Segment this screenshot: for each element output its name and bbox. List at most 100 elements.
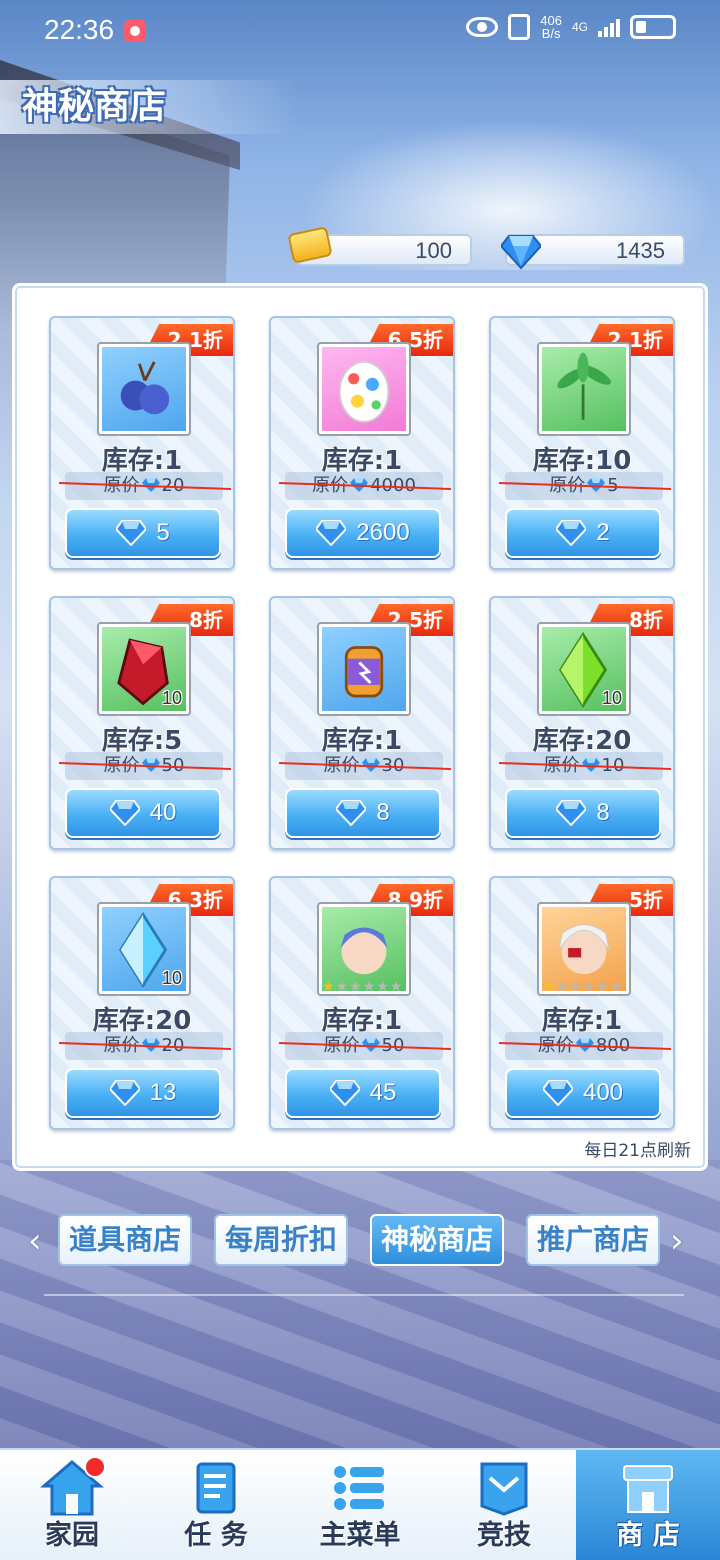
tab-item-shop[interactable]: 道具商店 xyxy=(58,1214,192,1266)
tab-promotion-shop[interactable]: 推广商店 xyxy=(526,1214,660,1266)
diamond-icon xyxy=(116,520,147,546)
buy-button[interactable]: 2600 xyxy=(285,508,441,558)
scroll-icon xyxy=(196,1462,236,1514)
original-price: 原价4000 xyxy=(279,472,451,500)
item-image-frame xyxy=(97,342,191,436)
buy-price: 2600 xyxy=(356,519,410,546)
refresh-note: 每日21点刷新 xyxy=(584,1141,691,1161)
diamond-balance-value: 1435 xyxy=(616,238,665,263)
shop-tabs: ‹ 道具商店 每周折扣 神秘商店 推广商店 › xyxy=(28,1214,692,1270)
rarity-stars: ★ ★ ★ ★ ★ ★ xyxy=(542,979,626,995)
ticket-balance-value: 100 xyxy=(415,238,452,263)
original-price: 原价5 xyxy=(499,472,671,500)
diamond-icon xyxy=(329,1080,360,1106)
shop-icon xyxy=(623,1465,673,1513)
nav-arena[interactable]: 竞技 xyxy=(432,1450,576,1560)
original-price: 原价30 xyxy=(279,752,451,780)
network-speed: 406 B/s xyxy=(540,14,562,40)
status-time: 22:36 xyxy=(44,14,115,45)
bottom-nav: 家园 任 务 主菜单 竞技 商 店 xyxy=(0,1448,720,1560)
nav-tasks[interactable]: 任 务 xyxy=(144,1450,288,1560)
battery-icon xyxy=(630,15,676,39)
buy-button[interactable]: 40 xyxy=(65,788,221,838)
nav-main-menu[interactable]: 主菜单 xyxy=(288,1450,432,1560)
nav-home[interactable]: 家园 xyxy=(0,1450,144,1560)
signal-icon xyxy=(598,17,620,37)
original-price: 原价50 xyxy=(279,1032,451,1060)
nav-shop[interactable]: 商 店 xyxy=(576,1450,720,1560)
item-image-frame: ★ ★ ★ ★ ★ ★ xyxy=(317,902,411,996)
notification-dot xyxy=(84,1456,106,1478)
nav-home-label: 家园 xyxy=(45,1520,99,1551)
shop-item-blue-crystal[interactable]: 6.3折 10 库存:20 原价20 13 xyxy=(49,876,235,1130)
buy-button[interactable]: 8 xyxy=(505,788,661,838)
nav-main-menu-label: 主菜单 xyxy=(319,1520,401,1551)
egg-icon xyxy=(338,361,390,423)
buy-price: 2 xyxy=(596,519,610,546)
buy-button[interactable]: 8 xyxy=(285,788,441,838)
canister-icon xyxy=(344,646,384,698)
diamond-icon xyxy=(501,235,541,270)
buy-price: 8 xyxy=(596,799,610,826)
item-image-frame: 10 xyxy=(97,902,191,996)
background-street xyxy=(0,1160,720,1450)
status-bar: 22:36 406 B/s 4G xyxy=(0,0,720,60)
star-icon: ★ xyxy=(609,979,623,995)
item-image-frame xyxy=(317,622,411,716)
ticket-icon xyxy=(287,226,333,264)
star-icon: ★ xyxy=(376,979,389,995)
shop-item-white-hair-character[interactable]: 5折 ★★★★★★ 库存:1 原价800 400 xyxy=(489,876,675,1130)
diamond-icon xyxy=(556,520,587,546)
item-image-frame xyxy=(317,342,411,436)
buy-button[interactable]: 45 xyxy=(285,1068,441,1118)
star-icon: ★ xyxy=(362,979,376,995)
buy-button[interactable]: 13 xyxy=(65,1068,221,1118)
network-speed-unit: B/s xyxy=(541,26,561,41)
buy-button[interactable]: 400 xyxy=(505,1068,661,1118)
star-icon: ★ xyxy=(542,979,555,995)
shop-item-energy-canister[interactable]: 2.5折 库存:1 原价30 8 xyxy=(269,596,455,850)
status-icons: 406 B/s 4G xyxy=(466,14,676,40)
original-price: 原价20 xyxy=(59,472,231,500)
diamond-icon xyxy=(109,1080,140,1106)
tab-mystery-shop[interactable]: 神秘商店 xyxy=(370,1214,504,1266)
buy-button[interactable]: 5 xyxy=(65,508,221,558)
shop-item-blue-hair-character[interactable]: 8.9折 ★★★★★★ 库存:1 原价50 45 xyxy=(269,876,455,1130)
ticket-balance: 100 xyxy=(287,226,472,266)
diamond-icon xyxy=(316,520,347,546)
nav-shop-label: 商 店 xyxy=(616,1520,680,1551)
tabs-next-arrow-icon[interactable]: › xyxy=(670,1224,692,1258)
item-quantity: 10 xyxy=(161,688,182,708)
item-image-frame: 10 xyxy=(537,622,631,716)
shop-item-plum-fruit[interactable]: 2.1折 库存:1 原价20 5 xyxy=(49,316,235,570)
star-icon: ★ xyxy=(555,979,569,995)
item-quantity: 10 xyxy=(601,688,622,708)
nav-arena-label: 竞技 xyxy=(477,1520,531,1551)
shop-item-green-crystal[interactable]: 8折 10 库存:20 原价10 8 xyxy=(489,596,675,850)
item-image-frame: ★ ★ ★ ★ ★ ★ xyxy=(537,902,631,996)
nav-tasks-label: 任 务 xyxy=(184,1520,248,1551)
star-icon: ★ xyxy=(335,979,349,995)
shop-item-spotted-egg[interactable]: 6.5折 库存:1 原价4000 2600 xyxy=(269,316,455,570)
buy-price: 8 xyxy=(376,799,390,826)
star-icon: ★ xyxy=(596,979,609,995)
shop-item-herb-leaf[interactable]: 2.1折 库存:10 原价5 2 xyxy=(489,316,675,570)
tab-weekly-discount[interactable]: 每周折扣 xyxy=(214,1214,348,1266)
leaf-icon xyxy=(557,352,611,420)
item-quantity: 10 xyxy=(161,968,182,988)
diamond-icon xyxy=(336,800,367,826)
rarity-stars: ★ ★ ★ ★ ★ ★ xyxy=(322,979,406,995)
shop-item-red-crystal[interactable]: 8折 10 库存:5 原价50 40 xyxy=(49,596,235,850)
original-price: 原价20 xyxy=(59,1032,231,1060)
divider xyxy=(44,1294,684,1296)
tabs-prev-arrow-icon[interactable]: ‹ xyxy=(28,1224,50,1258)
buy-price: 400 xyxy=(582,1079,624,1106)
original-price: 原价50 xyxy=(59,752,231,780)
star-icon: ★ xyxy=(582,979,596,995)
eye-comfort-icon xyxy=(466,17,499,37)
page-title: 神秘商店 xyxy=(0,80,300,134)
buy-button[interactable]: 2 xyxy=(505,508,661,558)
star-icon: ★ xyxy=(349,979,362,995)
shop-panel: 2.1折 库存:1 原价20 5 6.5折 库存:1 原价4000 2600 2… xyxy=(12,283,708,1171)
menu-list-icon xyxy=(334,1466,384,1510)
